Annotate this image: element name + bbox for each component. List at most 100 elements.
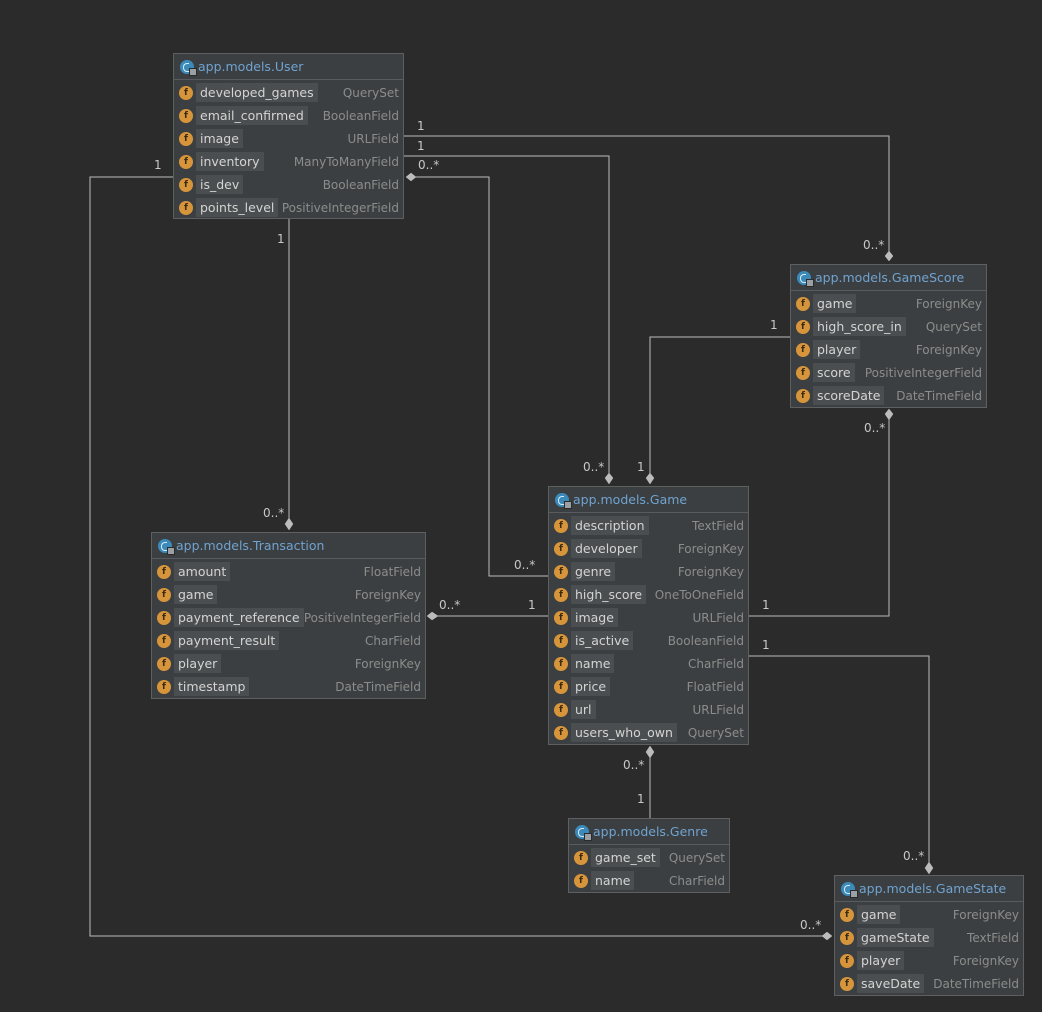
field-row[interactable]: f player ForeignKey <box>835 949 1023 972</box>
field-row[interactable]: f game_set QuerySet <box>569 846 729 869</box>
field-name: genre <box>571 562 616 581</box>
field-row[interactable]: f score PositiveIntegerField <box>791 361 986 384</box>
field-type: ManyToManyField <box>293 154 399 169</box>
class-user[interactable]: app.models.User f developed_games QuerySet… <box>173 53 404 219</box>
field-row[interactable]: f gameState TextField <box>835 926 1023 949</box>
class-header[interactable]: app.models.Genre <box>569 819 729 845</box>
field-row[interactable]: f game ForeignKey <box>791 292 986 315</box>
class-gamestate[interactable]: app.models.GameState f game ForeignKey f gam… <box>834 875 1024 996</box>
diamond-icon <box>924 861 934 875</box>
field-row[interactable]: f developed_games QuerySet <box>174 81 403 104</box>
field-type: OneToOneField <box>654 587 744 602</box>
class-header[interactable]: app.models.GameScore <box>791 265 986 291</box>
field-row[interactable]: f payment_reference PositiveIntegerField <box>152 606 425 629</box>
field-row[interactable]: f scoreDate DateTimeField <box>791 384 986 407</box>
field-row[interactable]: f player ForeignKey <box>152 652 425 675</box>
multiplicity-label: 0..* <box>863 238 884 252</box>
field-type: DateTimeField <box>933 976 1019 991</box>
field-row[interactable]: f is_dev BooleanField <box>174 173 403 196</box>
field-row[interactable]: f high_score_in QuerySet <box>791 315 986 338</box>
field-row[interactable]: f url URLField <box>549 698 748 721</box>
field-icon: f <box>796 365 810 380</box>
field-type: QuerySet <box>342 85 399 100</box>
connector-gamescore-game <box>649 336 790 473</box>
field-row[interactable]: f developer ForeignKey <box>549 537 748 560</box>
field-type: QuerySet <box>668 850 725 865</box>
field-name: is_dev <box>196 175 244 194</box>
field-row[interactable]: f image URLField <box>549 606 748 629</box>
field-row[interactable]: f amount FloatField <box>152 560 425 583</box>
class-header[interactable]: app.models.User <box>174 54 403 80</box>
field-row[interactable]: f payment_result CharField <box>152 629 425 652</box>
field-icon: f <box>554 633 568 648</box>
class-icon <box>555 492 572 509</box>
field-row[interactable]: f price FloatField <box>549 675 748 698</box>
multiplicity-label: 1 <box>154 158 162 172</box>
field-row[interactable]: f player ForeignKey <box>791 338 986 361</box>
field-name: amount <box>174 562 231 581</box>
field-name: player <box>813 340 861 359</box>
field-row[interactable]: f game ForeignKey <box>152 583 425 606</box>
field-row[interactable]: f image URLField <box>174 127 403 150</box>
field-icon: f <box>554 541 568 556</box>
field-icon: f <box>179 85 193 100</box>
class-icon <box>158 538 175 555</box>
field-name: is_active <box>571 631 634 650</box>
field-type: URLField <box>347 131 399 146</box>
field-name: score <box>813 363 855 382</box>
class-icon <box>841 881 858 898</box>
field-type: CharField <box>669 873 725 888</box>
class-transaction[interactable]: app.models.Transaction f amount FloatField… <box>151 532 426 699</box>
multiplicity-label: 0..* <box>583 460 604 474</box>
class-header[interactable]: app.models.Transaction <box>152 533 425 559</box>
class-genre[interactable]: app.models.Genre f game_set QuerySet f name C… <box>568 818 730 893</box>
field-row[interactable]: f description TextField <box>549 514 748 537</box>
class-gamescore[interactable]: app.models.GameScore f game ForeignKey f hig… <box>790 264 987 408</box>
field-type: URLField <box>692 610 744 625</box>
field-name: high_score_in <box>813 317 906 336</box>
field-icon: f <box>554 610 568 625</box>
field-icon: f <box>554 679 568 694</box>
field-row[interactable]: f genre ForeignKey <box>549 560 748 583</box>
multiplicity-label: 0..* <box>263 506 284 520</box>
field-icon: f <box>840 907 854 922</box>
field-row[interactable]: f points_level PositiveIntegerField <box>174 196 403 219</box>
field-row[interactable]: f is_active BooleanField <box>549 629 748 652</box>
field-name: url <box>571 700 596 719</box>
field-type: QuerySet <box>687 725 744 740</box>
connector-layer: 1 1 0..* 1 1 0..* 1 0..* 0..* 1 0..* 0..… <box>89 119 934 941</box>
field-type: ForeignKey <box>952 953 1019 968</box>
field-name: game <box>857 905 901 924</box>
field-name: image <box>196 129 243 148</box>
field-row[interactable]: f name CharField <box>549 652 748 675</box>
field-icon: f <box>554 587 568 602</box>
field-row[interactable]: f timestamp DateTimeField <box>152 675 425 698</box>
field-type: PositiveIntegerField <box>281 200 399 215</box>
field-row[interactable]: f name CharField <box>569 869 729 892</box>
field-name: payment_result <box>174 631 280 650</box>
class-title: app.models.GameState <box>859 881 1007 896</box>
field-list: f game ForeignKey f gameState TextField f playe… <box>835 902 1023 995</box>
field-icon: f <box>179 154 193 169</box>
class-header[interactable]: app.models.Game <box>549 487 748 513</box>
field-icon: f <box>574 850 588 865</box>
field-row[interactable]: f saveDate DateTimeField <box>835 972 1023 995</box>
field-icon: f <box>840 976 854 991</box>
field-row[interactable]: f inventory ManyToManyField <box>174 150 403 173</box>
connector-game-gamestate <box>749 655 930 862</box>
class-icon <box>797 270 814 287</box>
field-row[interactable]: f users_who_own QuerySet <box>549 721 748 744</box>
field-row[interactable]: f email_confirmed BooleanField <box>174 104 403 127</box>
class-title: app.models.Genre <box>593 824 708 839</box>
multiplicity-label: 1 <box>762 638 770 652</box>
multiplicity-label: 1 <box>762 598 770 612</box>
diamond-icon <box>821 931 833 941</box>
class-header[interactable]: app.models.GameState <box>835 876 1023 902</box>
field-name: player <box>174 654 222 673</box>
field-name: users_who_own <box>571 723 677 742</box>
field-row[interactable]: f game ForeignKey <box>835 903 1023 926</box>
class-game[interactable]: app.models.Game f description TextField f de… <box>548 486 749 745</box>
field-row[interactable]: f high_score OneToOneField <box>549 583 748 606</box>
diamond-icon <box>426 611 439 621</box>
field-type: URLField <box>692 702 744 717</box>
